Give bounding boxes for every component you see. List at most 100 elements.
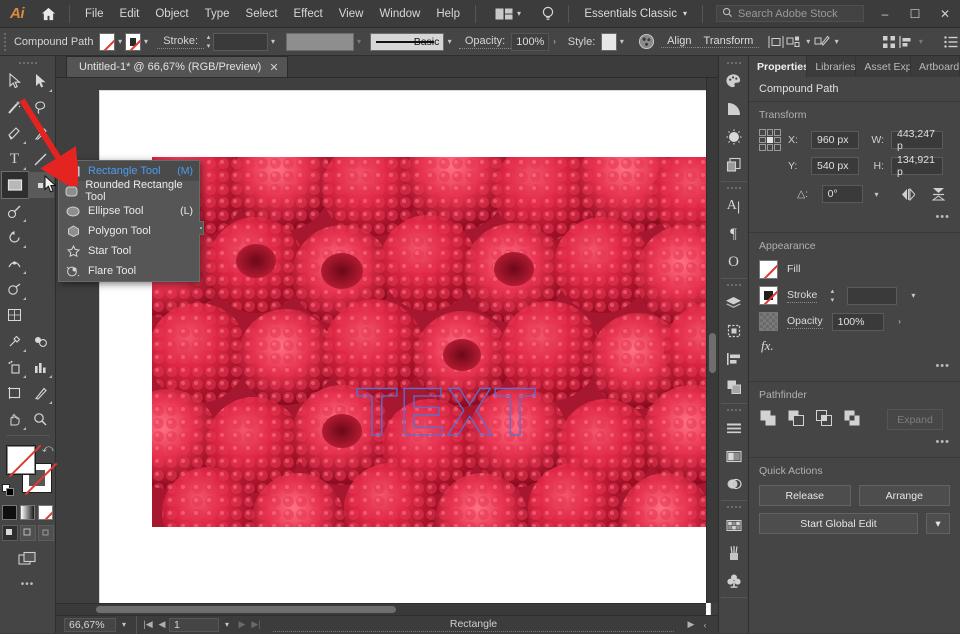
appearance-opacity-label[interactable]: Opacity xyxy=(787,315,823,329)
symbols-panel-icon[interactable] xyxy=(720,567,748,595)
gradient-panel-icon[interactable] xyxy=(720,123,748,151)
draw-normal-icon[interactable] xyxy=(2,525,18,541)
eyedropper-tool[interactable] xyxy=(2,328,28,354)
vertical-scroll-thumb[interactable] xyxy=(709,333,716,373)
rail-grip-5[interactable] xyxy=(723,503,745,511)
zoom-tool[interactable] xyxy=(28,406,54,432)
fx-button[interactable]: fx. xyxy=(759,338,950,354)
global-edit-options[interactable]: ▾ xyxy=(926,513,950,534)
chevron-down-icon[interactable]: ▾ xyxy=(116,620,132,629)
shaper-tool[interactable] xyxy=(28,198,54,224)
slice-tool[interactable] xyxy=(28,380,54,406)
horizontal-scroll-thumb[interactable] xyxy=(96,606,396,613)
menu-help[interactable]: Help xyxy=(428,4,468,24)
stroke-weight-stepper[interactable]: ▴▾ xyxy=(826,287,838,304)
next-artboard-icon[interactable]: ▶ xyxy=(235,619,249,630)
canvas-horizontal-scrollbar[interactable] xyxy=(56,603,706,615)
gradient-swatch-icon[interactable] xyxy=(720,442,748,470)
shape-builder-tool[interactable] xyxy=(2,276,28,302)
home-icon[interactable] xyxy=(34,7,62,21)
direct-selection-tool[interactable] xyxy=(28,68,54,94)
first-artboard-icon[interactable]: |◀ xyxy=(141,619,155,630)
type-tool[interactable]: T xyxy=(2,146,28,172)
flyout-item-flare-tool[interactable]: Flare Tool xyxy=(59,261,199,281)
brush-definition[interactable]: Basic xyxy=(370,33,444,51)
fill-swatch-large[interactable] xyxy=(6,445,36,475)
tear-off-handle[interactable] xyxy=(199,221,204,235)
rectangle-tool[interactable] xyxy=(2,172,28,198)
transparency-panel-icon[interactable] xyxy=(720,151,748,179)
default-fill-stroke-icon[interactable] xyxy=(2,484,15,497)
menu-file[interactable]: File xyxy=(77,4,112,24)
color-mode-button[interactable] xyxy=(2,505,17,520)
opacity-field[interactable]: 100% xyxy=(511,33,549,51)
status-menu-icon[interactable]: ▶ xyxy=(684,619,698,630)
tab-artboard[interactable]: Artboard xyxy=(911,56,960,77)
stroke-weight-stepper[interactable]: ▴▾ xyxy=(204,33,213,50)
unite-icon[interactable] xyxy=(759,409,777,430)
gradient-mode-button[interactable] xyxy=(20,505,35,520)
select-similar-icon[interactable] xyxy=(785,31,803,53)
appearance-more-options[interactable]: ••• xyxy=(759,360,950,372)
symbol-sprayer-tool[interactable] xyxy=(2,354,28,380)
appearance-opacity-field[interactable]: 100% xyxy=(832,313,884,331)
chevron-down-icon[interactable]: ▾ xyxy=(906,291,920,300)
tab-asset-export[interactable]: Asset Exp xyxy=(856,56,911,77)
collapse-icon[interactable]: ‹ xyxy=(698,620,712,630)
align-panel-icon[interactable] xyxy=(720,345,748,373)
distribute-icon[interactable] xyxy=(898,31,916,53)
workspace-switcher[interactable]: Essentials Classic ▾ xyxy=(576,5,695,23)
arrange-grid-icon[interactable] xyxy=(880,31,898,53)
intersect-icon[interactable] xyxy=(815,409,833,430)
graphic-style-swatch[interactable] xyxy=(601,33,616,51)
rectangle-tool-flyout-menu[interactable]: Rectangle Tool (M) Rounded Rectangle Too… xyxy=(58,160,200,282)
canvas-vertical-scrollbar[interactable] xyxy=(706,78,718,603)
rail-grip-4[interactable] xyxy=(723,406,745,414)
pathfinder-panel-icon[interactable] xyxy=(720,373,748,401)
release-button[interactable]: Release xyxy=(759,485,851,506)
appearance-opacity-swatch[interactable] xyxy=(759,312,778,331)
text-compound-path[interactable]: TEXT xyxy=(358,379,536,445)
chevron-down-icon[interactable]: ▾ xyxy=(141,37,151,46)
opacity-options-icon[interactable]: › xyxy=(549,37,559,46)
gradient-tool[interactable] xyxy=(28,302,54,328)
transform-button[interactable]: Transform xyxy=(698,35,760,48)
rail-grip-3[interactable] xyxy=(723,281,745,289)
maximize-button[interactable]: ☐ xyxy=(900,0,930,27)
close-tab-icon[interactable]: ✕ xyxy=(269,61,278,74)
curvature-tool[interactable] xyxy=(28,120,54,146)
flip-vertical-icon[interactable] xyxy=(927,183,950,205)
pen-tool[interactable] xyxy=(2,120,28,146)
mesh-tool[interactable] xyxy=(2,302,28,328)
more-options-icon[interactable] xyxy=(942,31,960,53)
previous-artboard-icon[interactable]: ◀ xyxy=(155,619,169,630)
opacity-label[interactable]: Opacity: xyxy=(459,35,511,49)
menu-select[interactable]: Select xyxy=(238,4,286,24)
menu-edit[interactable]: Edit xyxy=(112,4,148,24)
align-button[interactable]: Align xyxy=(661,35,697,48)
menu-view[interactable]: View xyxy=(331,4,372,24)
minimize-button[interactable]: – xyxy=(870,0,900,27)
last-artboard-icon[interactable]: ▶| xyxy=(249,619,263,630)
blend-tool[interactable] xyxy=(28,328,54,354)
flyout-item-ellipse-tool[interactable]: Ellipse Tool (L) xyxy=(59,201,199,221)
menu-window[interactable]: Window xyxy=(371,4,428,24)
arrange-documents-icon[interactable]: ▾ xyxy=(489,5,527,23)
appearance-panel-icon[interactable] xyxy=(720,470,748,498)
close-button[interactable]: ✕ xyxy=(930,0,960,27)
paragraph-panel-icon[interactable]: ¶ xyxy=(720,220,748,248)
artboards-panel-icon[interactable] xyxy=(720,317,748,345)
transform-more-options[interactable]: ••• xyxy=(759,211,950,223)
variable-width-profile[interactable] xyxy=(286,33,354,51)
draw-inside-icon[interactable] xyxy=(38,525,54,541)
chevron-down-icon[interactable]: ▾ xyxy=(444,37,454,46)
chevron-down-icon[interactable]: ▾ xyxy=(115,37,125,46)
tab-libraries[interactable]: Libraries xyxy=(807,56,856,77)
flyout-item-rectangle-tool[interactable]: Rectangle Tool (M) xyxy=(59,161,199,181)
layers-panel-icon[interactable] xyxy=(720,289,748,317)
chevron-down-icon[interactable]: ▾ xyxy=(831,37,841,46)
tab-properties[interactable]: Properties xyxy=(749,56,807,77)
color-panel-icon[interactable] xyxy=(720,67,748,95)
stroke-swatch[interactable] xyxy=(125,33,140,51)
chevron-down-icon[interactable]: ▾ xyxy=(219,620,235,629)
